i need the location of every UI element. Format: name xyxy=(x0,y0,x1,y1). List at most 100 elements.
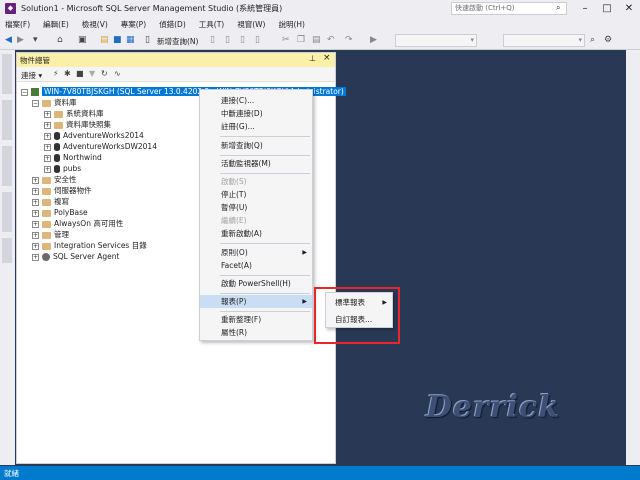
menu-file[interactable]: 檔案(F) xyxy=(5,19,30,30)
template-browser-tab[interactable] xyxy=(2,100,12,140)
tree-node-replication[interactable]: + 複寫 xyxy=(32,196,69,207)
menu-debug[interactable]: 偵錯(D) xyxy=(159,19,186,30)
menu-help[interactable]: 說明(H) xyxy=(278,19,305,30)
disconnect-icon[interactable]: ✱ xyxy=(64,69,71,78)
menu-item-reports[interactable]: 報表(P) ▶ xyxy=(200,295,312,308)
expand-icon[interactable]: + xyxy=(44,132,51,140)
copy-icon[interactable]: ❐ xyxy=(297,35,305,46)
maximize-button[interactable]: □ xyxy=(596,0,618,17)
menu-window[interactable]: 視窗(W) xyxy=(237,19,265,30)
menu-item-pause[interactable]: 暫停(U) xyxy=(200,201,312,214)
expand-icon[interactable]: + xyxy=(32,198,39,206)
run-icon[interactable]: ▶ xyxy=(370,35,377,46)
paste-icon[interactable]: ▤ xyxy=(312,35,321,46)
save-all-icon[interactable]: ▦ xyxy=(126,35,135,46)
expand-icon[interactable]: + xyxy=(32,209,39,217)
tree-node-db[interactable]: + Northwind xyxy=(44,152,102,163)
activity-icon[interactable]: ∿ xyxy=(114,69,121,78)
expand-icon[interactable]: + xyxy=(32,187,39,195)
xmla-icon[interactable]: ▯ xyxy=(255,35,260,46)
tree-label: 管理 xyxy=(54,230,69,239)
menu-item-register[interactable]: 註冊(G)... xyxy=(200,120,312,133)
forward-icon[interactable]: ▶ xyxy=(17,35,24,46)
expand-icon[interactable]: + xyxy=(44,143,51,151)
expand-icon[interactable]: + xyxy=(32,176,39,184)
tree-node-polybase[interactable]: + PolyBase xyxy=(32,207,88,218)
menu-item-refresh[interactable]: 重新整理(F) xyxy=(200,313,312,326)
tree-node-db[interactable]: + AdventureWorksDW2014 xyxy=(44,141,157,152)
expand-icon[interactable]: + xyxy=(44,154,51,162)
connect-button[interactable]: 連接 ▾ xyxy=(21,70,42,81)
menu-item-disconnect[interactable]: 中斷連接(D) xyxy=(200,107,312,120)
menu-item-new-query[interactable]: 新增查詢(Q) xyxy=(200,139,312,152)
tree-node-security[interactable]: + 安全性 xyxy=(32,174,77,185)
new-project-icon[interactable]: ⌂ xyxy=(57,35,63,46)
solution-config-combo[interactable]: ▾ xyxy=(503,34,585,47)
properties-tab[interactable] xyxy=(2,192,12,232)
minimize-button[interactable]: – xyxy=(574,0,596,17)
expand-icon[interactable]: + xyxy=(32,242,39,250)
server-icon xyxy=(31,88,39,96)
redo-icon[interactable]: ↷ xyxy=(345,35,353,46)
analysis-icon[interactable]: ▯ xyxy=(225,35,230,46)
refresh-icon[interactable]: ↻ xyxy=(101,69,108,78)
menu-item-start[interactable]: 啟動(S) xyxy=(200,175,312,188)
new-query-icon[interactable]: ▯ xyxy=(145,35,150,46)
save-icon[interactable]: ■ xyxy=(113,35,122,46)
connect-icon[interactable]: ⚡ xyxy=(53,69,59,78)
tree-node-db-snapshots[interactable]: + 資料庫快照集 xyxy=(44,119,111,130)
pin-icon[interactable]: ⊥ xyxy=(309,54,316,63)
menu-item-stop[interactable]: 停止(T) xyxy=(200,188,312,201)
menu-project[interactable]: 專案(P) xyxy=(121,19,146,30)
query-icon[interactable]: ▯ xyxy=(210,35,215,46)
new-query-button[interactable]: 新增查詢(N) xyxy=(157,36,198,47)
expand-icon[interactable]: + xyxy=(44,165,51,173)
menu-item-restart[interactable]: 重新啟動(A) xyxy=(200,227,312,240)
close-icon[interactable]: × xyxy=(323,53,331,63)
dropdown-icon[interactable]: ▾ xyxy=(33,35,38,46)
menu-item-policies[interactable]: 原則(O) ▶ xyxy=(200,246,312,259)
search-icon[interactable]: ⌕ xyxy=(556,3,560,13)
tree-node-databases[interactable]: − 資料庫 xyxy=(32,97,77,108)
expand-icon[interactable]: + xyxy=(32,231,39,239)
menu-tools[interactable]: 工具(T) xyxy=(199,19,224,30)
quick-launch-input[interactable]: 快速啟動 (Ctrl+Q) xyxy=(451,2,567,15)
mdx-icon[interactable]: ▯ xyxy=(240,35,245,46)
back-icon[interactable]: ◀ xyxy=(5,35,12,46)
tree-node-db[interactable]: + AdventureWorks2014 xyxy=(44,130,144,141)
menu-item-activity-monitor[interactable]: 活動監視器(M) xyxy=(200,157,312,170)
close-button[interactable]: ✕ xyxy=(618,0,640,17)
tree-node-agent[interactable]: + SQL Server Agent xyxy=(32,251,119,262)
filter-icon[interactable]: ▼ xyxy=(89,69,95,78)
tree-node-server-objects[interactable]: + 伺服器物件 xyxy=(32,185,92,196)
expand-icon[interactable]: + xyxy=(32,253,39,261)
tree-node-integration-services[interactable]: + Integration Services 目錄 xyxy=(32,240,147,251)
cut-icon[interactable]: ✂ xyxy=(282,35,290,46)
open-file-icon[interactable]: ▤ xyxy=(100,35,109,46)
menu-item-properties[interactable]: 屬性(R) xyxy=(200,326,312,339)
expand-icon[interactable]: + xyxy=(44,121,51,129)
expand-icon[interactable]: + xyxy=(44,110,51,118)
menu-view[interactable]: 檢視(V) xyxy=(82,19,108,30)
registered-servers-tab[interactable] xyxy=(2,54,12,94)
tree-node-alwayson[interactable]: + AlwaysOn 高可用性 xyxy=(32,218,123,229)
toolbox-tab[interactable] xyxy=(2,146,12,186)
menu-item-facets[interactable]: Facet(A) xyxy=(200,259,312,272)
tree-node-system-databases[interactable]: + 系統資料庫 xyxy=(44,108,104,119)
menu-edit[interactable]: 編輯(E) xyxy=(43,19,69,30)
stop-icon[interactable]: ■ xyxy=(76,69,84,78)
database-combo[interactable]: ▾ xyxy=(395,34,477,47)
find-icon[interactable]: ⌕ xyxy=(590,35,595,46)
expand-icon[interactable]: + xyxy=(32,220,39,228)
menu-item-powershell[interactable]: 啟動 PowerShell(H) xyxy=(200,277,312,290)
add-item-icon[interactable]: ▣ xyxy=(78,35,87,46)
tree-node-db[interactable]: + pubs xyxy=(44,163,81,174)
collapse-icon[interactable]: − xyxy=(21,88,28,96)
collapse-icon[interactable]: − xyxy=(32,99,39,107)
tree-node-management[interactable]: + 管理 xyxy=(32,229,69,240)
settings-icon[interactable]: ⚙ xyxy=(604,35,612,46)
undo-icon[interactable]: ↶ xyxy=(327,35,335,46)
menu-item-resume[interactable]: 繼續(E) xyxy=(200,214,312,227)
menu-item-connect[interactable]: 連接(C)... xyxy=(200,94,312,107)
output-tab[interactable] xyxy=(2,238,12,263)
